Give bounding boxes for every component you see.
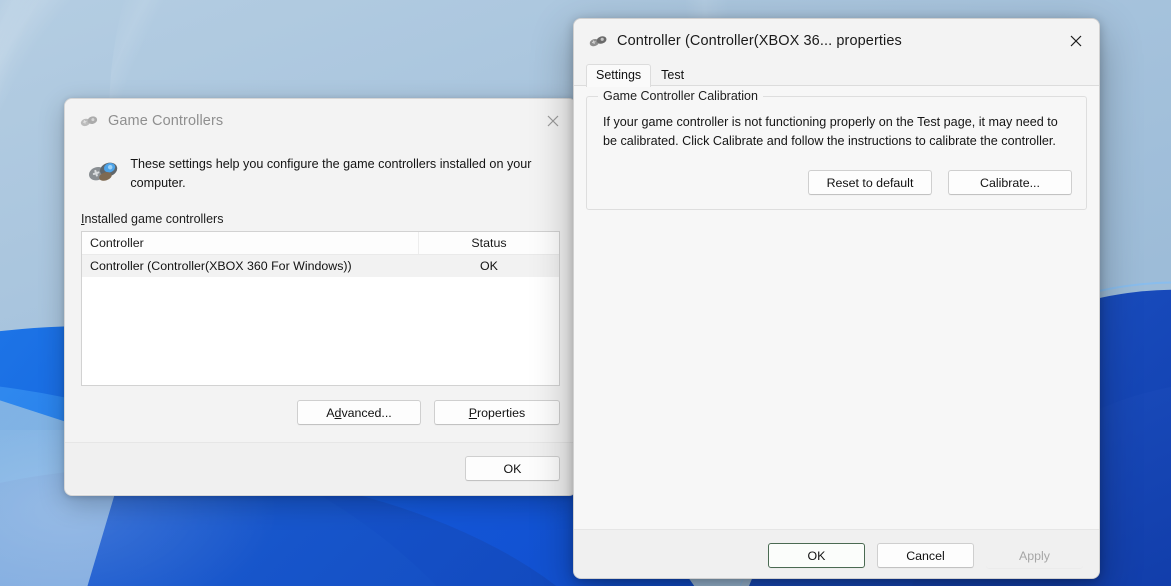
game-controllers-titlebar[interactable]: Game Controllers (65, 99, 576, 143)
table-row[interactable]: Controller (Controller(XBOX 360 For Wind… (82, 255, 559, 277)
close-icon[interactable] (1053, 19, 1099, 63)
column-header-controller[interactable]: Controller (82, 232, 419, 254)
apply-button: Apply (986, 543, 1083, 568)
gamepad-icon (589, 36, 607, 47)
properties-titlebar[interactable]: Controller (Controller(XBOX 36... proper… (574, 19, 1099, 63)
cell-status: OK (480, 259, 498, 273)
cancel-button[interactable]: Cancel (877, 543, 974, 568)
gamepad-icon (80, 116, 98, 127)
game-controllers-footer: OK (65, 442, 576, 494)
listview-header: Controller Status (82, 232, 559, 255)
controller-properties-window[interactable]: Controller (Controller(XBOX 36... proper… (573, 18, 1100, 579)
tab-test[interactable]: Test (651, 64, 694, 87)
calibration-button-row: Reset to default Calibrate... (601, 170, 1072, 195)
settings-tab-page: Game Controller Calibration If your game… (574, 86, 1099, 529)
properties-tabstrip[interactable]: Settings Test (574, 63, 1099, 87)
calibration-description: If your game controller is not functioni… (603, 115, 1058, 148)
ok-button[interactable]: OK (465, 456, 560, 481)
tabstrip-underline (574, 85, 1099, 86)
column-header-status[interactable]: Status (419, 232, 559, 254)
tab-settings[interactable]: Settings (586, 64, 652, 87)
game-controllers-body: These settings help you configure the ga… (65, 143, 576, 425)
properties-footer: OK Cancel Apply (574, 529, 1099, 578)
installed-controllers-label: Installed game controllers (81, 212, 224, 226)
calibration-groupbox: Game Controller Calibration If your game… (586, 89, 1087, 210)
installed-controllers-group: Installed game controllers Controller St… (81, 210, 560, 425)
game-controllers-title: Game Controllers (108, 113, 224, 129)
desktop: Game Controllers These settings help you… (0, 0, 1171, 586)
listview-button-row: Ad vanced... Properties (81, 400, 560, 425)
calibration-group-title: Game Controller Calibration (598, 89, 763, 103)
intro-block: These settings help you configure the ga… (81, 143, 560, 196)
controllers-listview[interactable]: Controller Status Controller (Controller… (81, 231, 560, 386)
cell-controller: Controller (Controller(XBOX 360 For Wind… (90, 259, 352, 273)
calibrate-button[interactable]: Calibrate... (948, 170, 1072, 195)
advanced-button[interactable]: Ad vanced... (297, 400, 421, 425)
gamepad-large-icon (88, 162, 118, 181)
properties-button[interactable]: Properties (434, 400, 560, 425)
reset-to-default-button[interactable]: Reset to default (808, 170, 932, 195)
close-icon[interactable] (530, 99, 576, 143)
properties-title: Controller (Controller(XBOX 36... proper… (617, 33, 902, 49)
game-controllers-window[interactable]: Game Controllers These settings help you… (64, 98, 577, 496)
ok-button[interactable]: OK (768, 543, 865, 568)
intro-text: These settings help you configure the ga… (130, 157, 532, 190)
